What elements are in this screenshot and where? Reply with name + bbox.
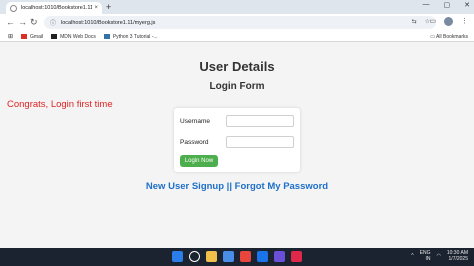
system-tray: ^ ENG IN ◠ 10:30 AM 1/7/2025 xyxy=(411,250,468,262)
bookmark-python[interactable]: Python 3 Tutorial -... xyxy=(103,33,158,40)
password-label: Password xyxy=(180,139,209,146)
page-title: User Details xyxy=(199,59,275,74)
lang-line2: IN xyxy=(425,256,431,262)
username-input[interactable] xyxy=(226,115,294,127)
tab-title: localhost:1010/Bookstore1.11/ xyxy=(21,5,93,11)
reload-icon[interactable]: ↻ xyxy=(30,17,38,28)
all-bookmarks-button[interactable]: ▭ All Bookmarks xyxy=(430,34,468,40)
bookmark-label: Python 3 Tutorial -... xyxy=(112,33,158,40)
taskbar: ^ ENG IN ◠ 10:30 AM 1/7/2025 xyxy=(0,248,474,266)
start-icon[interactable] xyxy=(172,251,183,262)
auth-links: New User Signup || Forgot My Password xyxy=(0,181,474,192)
chrome-icon[interactable] xyxy=(240,251,251,262)
clock-date: 1/7/2025 xyxy=(448,256,468,262)
translate-icon[interactable]: ⇆ xyxy=(412,18,417,25)
globe-icon xyxy=(10,4,17,12)
site-info-icon[interactable]: ⓘ xyxy=(50,18,56,27)
password-input[interactable] xyxy=(226,136,294,148)
bookmark-label: Gmail xyxy=(30,33,44,40)
login-button[interactable]: Login Now xyxy=(180,155,218,167)
close-tab-icon[interactable]: × xyxy=(94,5,98,11)
link-separator: || xyxy=(224,181,235,192)
tab-strip: localhost:1010/Bookstore1.11/ × + — ▢ ✕ xyxy=(0,0,474,14)
browser-toolbar: ← → ↻ ⓘ localhost:1010/Bookstore1.11/mye… xyxy=(0,14,474,32)
address-bar[interactable]: ⓘ localhost:1010/Bookstore1.11/myerg.js … xyxy=(44,16,436,29)
app-icon[interactable] xyxy=(274,251,285,262)
bookmark-gmail[interactable]: Gmail xyxy=(21,34,43,40)
mdn-icon xyxy=(51,34,58,39)
close-window-button[interactable]: ✕ xyxy=(464,1,470,9)
bookmark-mdn[interactable]: MDN Web Docs xyxy=(51,34,96,40)
forward-icon[interactable]: → xyxy=(18,17,27,28)
apps-grid-icon[interactable]: ⊞ xyxy=(8,33,13,40)
bookmarks-bar: ⊞ Gmail MDN Web Docs Python 3 Tutorial -… xyxy=(0,32,474,42)
file-explorer-icon[interactable] xyxy=(223,251,234,262)
gmail-icon xyxy=(21,34,28,39)
task-view-icon[interactable] xyxy=(206,251,217,262)
language-indicator[interactable]: ENG IN xyxy=(420,250,431,262)
forgot-password-link[interactable]: Forgot My Password xyxy=(235,181,328,192)
back-icon[interactable]: ← xyxy=(6,17,15,28)
maximize-button[interactable]: ▢ xyxy=(444,1,451,9)
youtube-icon[interactable] xyxy=(291,251,302,262)
url-text[interactable]: localhost:1010/Bookstore1.11/myerg.js xyxy=(61,20,155,26)
tray-chevron-icon[interactable]: ^ xyxy=(411,253,413,259)
browser-tab[interactable]: localhost:1010/Bookstore1.11/ × xyxy=(6,2,102,14)
edge-icon[interactable] xyxy=(257,251,268,262)
username-label: Username xyxy=(180,118,210,125)
login-form: Username Password Login Now xyxy=(174,108,300,172)
extensions-icon[interactable]: ▭ xyxy=(429,17,436,26)
new-tab-button[interactable]: + xyxy=(106,2,111,12)
search-icon[interactable] xyxy=(189,251,200,262)
page-content: User Details Login Form Congrats, Login … xyxy=(0,42,474,248)
status-message: Congrats, Login first time xyxy=(7,99,113,110)
clock[interactable]: 10:30 AM 1/7/2025 xyxy=(447,250,468,262)
window-controls: — ▢ ✕ xyxy=(423,1,471,9)
signup-link[interactable]: New User Signup xyxy=(146,181,224,192)
taskbar-apps xyxy=(172,251,302,262)
all-bookmarks-label: All Bookmarks xyxy=(436,34,468,40)
minimize-button[interactable]: — xyxy=(423,1,430,9)
form-title: Login Form xyxy=(209,81,265,92)
python-icon xyxy=(103,34,110,39)
bookmark-label: MDN Web Docs xyxy=(60,33,96,40)
wifi-icon[interactable]: ◠ xyxy=(436,253,440,259)
menu-icon[interactable]: ⋮ xyxy=(461,17,468,26)
profile-avatar[interactable] xyxy=(444,17,453,26)
